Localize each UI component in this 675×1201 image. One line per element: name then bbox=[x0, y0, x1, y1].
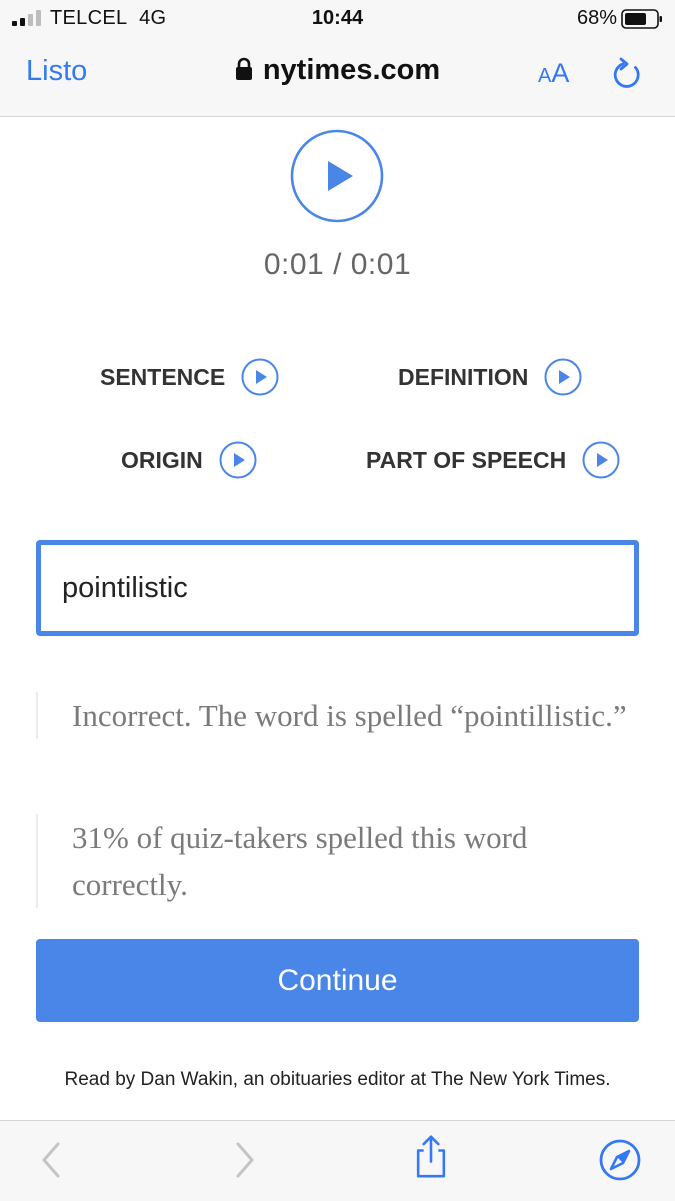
browser-nav-bar: Listo nytimes.com AA bbox=[0, 38, 675, 117]
battery-icon bbox=[621, 9, 662, 29]
answer-input[interactable] bbox=[36, 540, 639, 636]
sentence-option[interactable]: SENTENCE bbox=[100, 358, 279, 396]
result-feedback: Incorrect. The word is spelled “pointill… bbox=[36, 692, 632, 739]
back-icon[interactable] bbox=[30, 1138, 74, 1182]
play-icon[interactable] bbox=[241, 358, 279, 396]
option-label: ORIGIN bbox=[121, 446, 203, 473]
clock: 10:44 bbox=[311, 7, 364, 29]
stat-feedback: 31% of quiz-takers spelled this word cor… bbox=[36, 814, 632, 908]
play-icon[interactable] bbox=[544, 358, 582, 396]
play-audio-button[interactable] bbox=[290, 129, 384, 223]
lock-icon bbox=[235, 57, 252, 80]
option-label: DEFINITION bbox=[398, 363, 529, 390]
play-icon bbox=[328, 161, 353, 191]
option-label: SENTENCE bbox=[100, 363, 226, 390]
compass-icon[interactable] bbox=[598, 1138, 642, 1182]
origin-option[interactable]: ORIGIN bbox=[121, 441, 257, 479]
forward-icon[interactable] bbox=[222, 1138, 266, 1182]
play-icon[interactable] bbox=[219, 441, 257, 479]
share-icon[interactable] bbox=[409, 1134, 453, 1178]
reload-icon[interactable] bbox=[610, 56, 644, 92]
part-of-speech-option[interactable]: PART OF SPEECH bbox=[366, 441, 620, 479]
audio-time-readout: 0:01 / 0:01 bbox=[263, 248, 412, 281]
status-bar: TELCEL 4G 10:44 68% bbox=[0, 0, 675, 38]
option-label: PART OF SPEECH bbox=[366, 446, 567, 473]
url-text: nytimes.com bbox=[262, 54, 441, 86]
address-bar[interactable]: nytimes.com bbox=[0, 54, 675, 87]
continue-button[interactable]: Continue bbox=[36, 939, 639, 1022]
battery-percent: 68% bbox=[576, 7, 617, 29]
definition-option[interactable]: DEFINITION bbox=[398, 358, 582, 396]
browser-toolbar bbox=[0, 1120, 675, 1201]
text-size-button[interactable]: AA bbox=[538, 58, 569, 89]
narrator-credit: Read by Dan Wakin, an obituaries editor … bbox=[64, 1069, 611, 1090]
play-icon[interactable] bbox=[582, 441, 620, 479]
